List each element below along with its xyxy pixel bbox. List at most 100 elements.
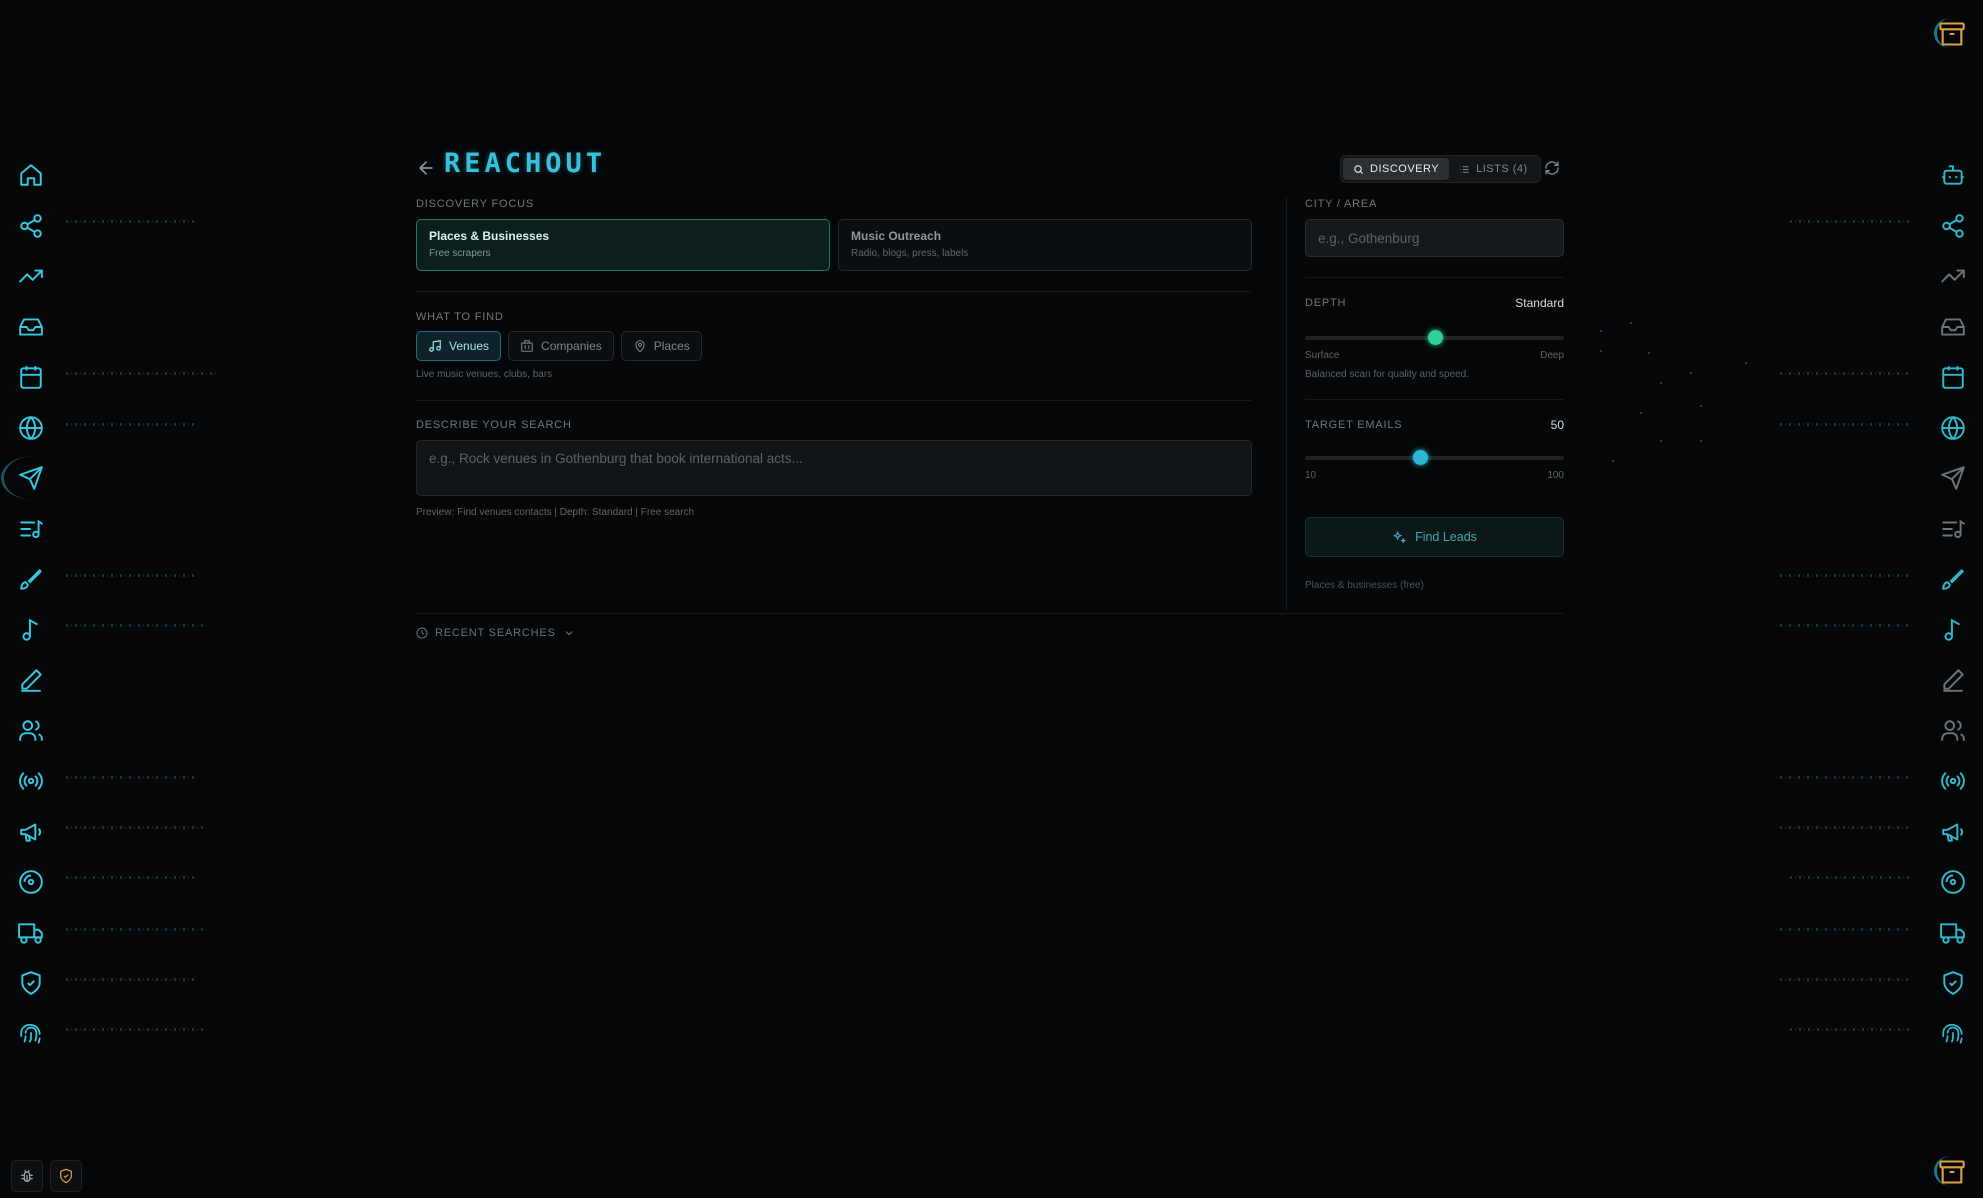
- archive-icon: [1939, 1160, 1965, 1184]
- emails-min-label: 10: [1305, 470, 1317, 481]
- share-icon[interactable]: [1, 201, 61, 252]
- find-leads-note: Places & businesses (free): [1305, 580, 1424, 591]
- megaphone-icon[interactable]: [1, 807, 61, 858]
- brush-icon[interactable]: [1, 554, 61, 605]
- column-divider: [1286, 196, 1287, 610]
- inbox-icon[interactable]: [1923, 302, 1983, 353]
- target-emails-slider[interactable]: [1305, 450, 1564, 465]
- divider: [1305, 277, 1564, 278]
- discovery-focus-options: Places & Businesses Free scrapers Music …: [416, 219, 1252, 271]
- music-list-icon[interactable]: [1, 504, 61, 555]
- fingerprint-icon[interactable]: [1923, 1009, 1983, 1060]
- depth-header: DEPTH Standard: [1305, 296, 1564, 310]
- chip-label: Companies: [541, 339, 602, 353]
- security-button[interactable]: [50, 1160, 82, 1192]
- bot-icon[interactable]: [1923, 150, 1983, 201]
- depth-label: DEPTH: [1305, 297, 1347, 309]
- find-places-chip[interactable]: Places: [620, 331, 702, 361]
- back-arrow-icon[interactable]: [416, 158, 436, 178]
- inbox-icon[interactable]: [1, 302, 61, 353]
- focus-places-businesses[interactable]: Places & Businesses Free scrapers: [416, 219, 830, 271]
- music-note-icon[interactable]: [1923, 605, 1983, 656]
- focus-option-subtitle: Free scrapers: [429, 248, 491, 259]
- chevron-down-icon: [565, 631, 573, 636]
- emails-range-labels: 10 100: [1305, 470, 1564, 481]
- emails-header: TARGET EMAILS 50: [1305, 418, 1564, 432]
- page-title: REACHOUT: [444, 148, 607, 179]
- archive-button-top[interactable]: [1930, 12, 1974, 56]
- search-settings: CITY / AREA e.g., Gothenburg DEPTH Stand…: [1305, 198, 1564, 591]
- right-nav-rail: [1923, 150, 1983, 1059]
- send-icon[interactable]: [1, 453, 61, 504]
- find-venues-chip[interactable]: Venues: [416, 331, 502, 361]
- clock-icon: [416, 627, 428, 639]
- depth-description: Balanced scan for quality and speed.: [1305, 369, 1469, 380]
- search-config: DISCOVERY FOCUS Places & Businesses Free…: [416, 198, 1252, 518]
- focus-option-title: Music Outreach: [851, 229, 942, 243]
- building-icon: [521, 340, 533, 352]
- depth-slider[interactable]: [1305, 330, 1564, 345]
- calendar-icon[interactable]: [1923, 352, 1983, 403]
- globe-icon[interactable]: [1, 403, 61, 454]
- target-emails-slider-thumb[interactable]: [1412, 450, 1428, 465]
- tab-discovery[interactable]: DISCOVERY: [1343, 158, 1450, 180]
- view-tabs: DISCOVERY LISTS (4): [1340, 155, 1541, 183]
- share-icon[interactable]: [1923, 201, 1983, 252]
- debug-button[interactable]: [11, 1160, 43, 1192]
- music-note-icon[interactable]: [1, 605, 61, 656]
- sparkles-icon: [1393, 530, 1406, 543]
- depth-value: Standard: [1515, 296, 1564, 310]
- music-note-icon: [429, 340, 441, 352]
- tab-discovery-label: DISCOVERY: [1370, 163, 1440, 175]
- pen-icon[interactable]: [1923, 655, 1983, 706]
- tab-lists[interactable]: LISTS (4): [1449, 158, 1538, 180]
- find-hint: Live music venues, clubs, bars: [416, 369, 553, 380]
- brush-icon[interactable]: [1923, 554, 1983, 605]
- recent-searches-toggle[interactable]: RECENT SEARCHES: [416, 627, 575, 639]
- list-icon: [1460, 165, 1469, 173]
- depth-slider-thumb[interactable]: [1427, 330, 1443, 345]
- shield-check-icon: [60, 1168, 72, 1184]
- divider: [416, 613, 1564, 614]
- depth-max-label: Deep: [1540, 350, 1564, 361]
- refresh-icon[interactable]: [1544, 160, 1560, 176]
- disc-icon[interactable]: [1, 857, 61, 908]
- truck-icon[interactable]: [1923, 908, 1983, 959]
- find-leads-button[interactable]: Find Leads: [1305, 517, 1564, 557]
- fingerprint-icon[interactable]: [1, 1009, 61, 1060]
- discovery-focus-label: DISCOVERY FOCUS: [416, 198, 534, 210]
- home-icon[interactable]: [1, 150, 61, 201]
- trending-up-icon[interactable]: [1, 251, 61, 302]
- depth-range-labels: Surface Deep: [1305, 350, 1564, 361]
- globe-icon[interactable]: [1923, 403, 1983, 454]
- disc-icon[interactable]: [1923, 857, 1983, 908]
- emails-max-label: 100: [1547, 470, 1564, 481]
- pen-icon[interactable]: [1, 655, 61, 706]
- send-icon[interactable]: [1923, 453, 1983, 504]
- archive-button-bottom[interactable]: [1930, 1150, 1974, 1194]
- target-emails-label: TARGET EMAILS: [1305, 419, 1403, 431]
- search-icon: [1354, 164, 1364, 174]
- users-icon[interactable]: [1923, 706, 1983, 757]
- find-companies-chip[interactable]: Companies: [508, 331, 614, 361]
- music-list-icon[interactable]: [1923, 504, 1983, 555]
- users-icon[interactable]: [1, 706, 61, 757]
- focus-music-outreach[interactable]: Music Outreach Radio, blogs, press, labe…: [838, 219, 1252, 271]
- city-input[interactable]: e.g., Gothenburg: [1305, 219, 1564, 257]
- left-nav-rail: [1, 150, 61, 1059]
- truck-icon[interactable]: [1, 908, 61, 959]
- radio-icon[interactable]: [1923, 756, 1983, 807]
- city-area-label: CITY / AREA: [1305, 198, 1378, 210]
- what-to-find-options: Venues Companies Places: [416, 331, 1252, 361]
- archive-icon: [1939, 22, 1965, 46]
- recent-searches-label: RECENT SEARCHES: [435, 627, 556, 639]
- calendar-icon[interactable]: [1, 352, 61, 403]
- tab-lists-label: LISTS (4): [1476, 163, 1528, 175]
- radio-icon[interactable]: [1, 756, 61, 807]
- shield-check-icon[interactable]: [1, 958, 61, 1009]
- shield-check-icon[interactable]: [1923, 958, 1983, 1009]
- search-description-input[interactable]: e.g., Rock venues in Gothenburg that boo…: [416, 440, 1252, 496]
- megaphone-icon[interactable]: [1923, 807, 1983, 858]
- header: REACHOUT DISCOVERY LISTS (4): [416, 148, 1564, 184]
- trending-up-icon[interactable]: [1923, 251, 1983, 302]
